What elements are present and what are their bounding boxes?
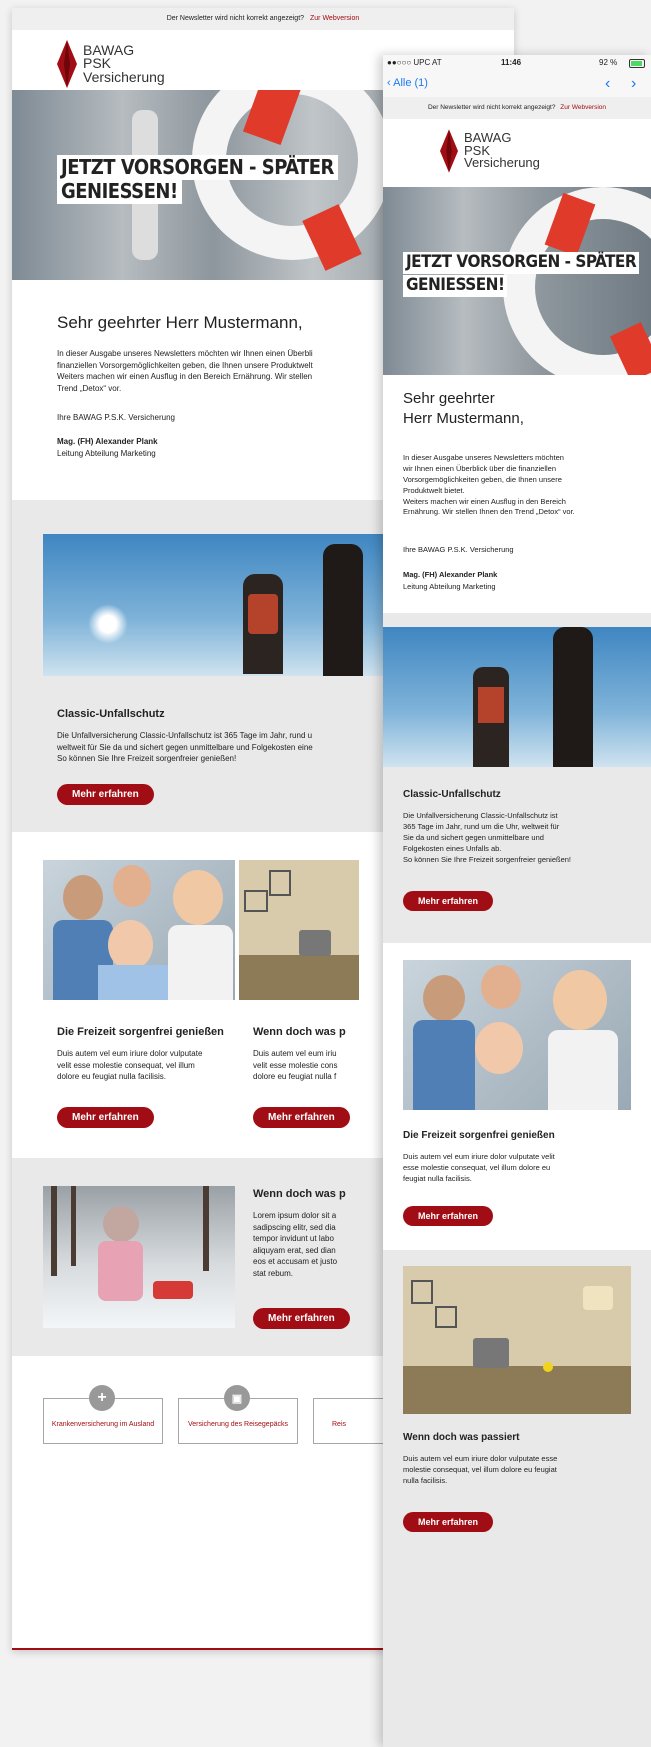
mobile-hiker-image: [383, 627, 651, 767]
prev-message-icon[interactable]: ‹: [605, 75, 610, 93]
footer-item-luggage[interactable]: ▣ Versicherung des Reisegepäcks: [178, 1385, 298, 1444]
classic-more-button[interactable]: Mehr erfahren: [57, 784, 154, 805]
status-bar: ●●○○○ UPC AT 11:46 92 %: [383, 55, 651, 71]
back-button[interactable]: ‹ Alle (1): [387, 77, 428, 89]
next-message-icon[interactable]: ›: [631, 75, 636, 93]
winter-more-button[interactable]: Mehr erfahren: [253, 1308, 350, 1329]
bawag-logo-icon: [57, 40, 77, 88]
freizeit-more-button[interactable]: Mehr erfahren: [57, 1107, 154, 1128]
hero-caption-2: GENIESSEN!: [57, 179, 182, 204]
mobile-logo[interactable]: BAWAG PSK Versicherung: [440, 129, 540, 173]
plus-icon: +: [89, 1385, 115, 1411]
clock-text: 11:46: [501, 58, 522, 67]
battery-text: 92 %: [599, 58, 618, 67]
battery-icon: [629, 59, 645, 68]
passiert-title: Wenn doch was p: [253, 1026, 346, 1038]
mobile-passiert-more-button[interactable]: Mehr erfahren: [403, 1512, 494, 1532]
logo[interactable]: BAWAG PSK Versicherung: [57, 40, 165, 88]
signoff: Ihre BAWAG P.S.K. Versicherung: [57, 413, 175, 422]
winter-text: Lorem ipsum dolor sit a sadipscing elitr…: [253, 1211, 338, 1278]
mobile-email: ●●○○○ UPC AT 11:46 92 % ‹ Alle (1) ‹ › D…: [383, 55, 651, 1747]
signer-role: Leitung Abteilung Marketing: [57, 449, 156, 458]
mobile-classic-more-button[interactable]: Mehr erfahren: [403, 891, 494, 911]
signer-name: Mag. (FH) Alexander Plank: [57, 437, 158, 446]
passiert-text: Duis autem vel eum iriu velit esse moles…: [253, 1049, 338, 1082]
mobile-section-passiert: Wenn doch was passiert Duis autem vel eu…: [383, 1250, 651, 1747]
mobile-classic-title: Classic-Unfallschutz: [403, 789, 501, 800]
mobile-greeting: Sehr geehrter Herr Mustermann,: [403, 390, 524, 428]
greeting: Sehr geehrter Herr Mustermann,: [57, 313, 303, 332]
mobile-flood-image: [403, 1266, 631, 1414]
mobile-passiert-title: Wenn doch was passiert: [403, 1432, 520, 1443]
mobile-hero-caption-2: GENIESSEN!: [403, 275, 508, 297]
briefcase-icon: ▣: [224, 1385, 250, 1411]
logo-line3: Versicherung: [83, 68, 165, 85]
webversion-link[interactable]: Zur Webversion: [310, 15, 359, 22]
mobile-freizeit-text: Duis autem vel eum iriure dolor vulputat…: [403, 1152, 555, 1183]
mobile-signoff: Ihre BAWAG P.S.K. Versicherung: [403, 545, 514, 554]
mobile-freizeit-more-button[interactable]: Mehr erfahren: [403, 1206, 494, 1226]
bawag-logo-icon: [440, 129, 458, 173]
mobile-hero-image: JETZT VORSORGEN - SPÄTER GENIESSEN!: [383, 187, 651, 375]
mobile-topbar: Der Newsletter wird nicht korrekt angeze…: [383, 97, 651, 119]
flood-image: [239, 860, 359, 1000]
mobile-freizeit-title: Die Freizeit sorgenfrei genießen: [403, 1130, 555, 1141]
hero-caption: JETZT VORSORGEN - SPÄTER: [57, 155, 338, 180]
footer-item-health[interactable]: + Krankenversicherung im Ausland: [43, 1385, 163, 1444]
mail-nav-bar: ‹ Alle (1) ‹ ›: [383, 71, 651, 98]
freizeit-title: Die Freizeit sorgenfrei genießen: [57, 1026, 224, 1038]
mobile-webversion-link[interactable]: Zur Webversion: [560, 104, 606, 111]
winter-title: Wenn doch was p: [253, 1188, 346, 1200]
mobile-family-image: [403, 960, 631, 1110]
classic-title: Classic-Unfallschutz: [57, 708, 165, 720]
winter-image: [43, 1186, 235, 1328]
mobile-classic-text: Die Unfallversicherung Classic-Unfallsch…: [403, 811, 572, 864]
mobile-signer-role: Leitung Abteilung Marketing: [403, 582, 496, 591]
chevron-left-icon: ‹: [387, 77, 391, 89]
topbar: Der Newsletter wird nicht korrekt angeze…: [12, 8, 514, 30]
passiert-more-button[interactable]: Mehr erfahren: [253, 1107, 350, 1128]
family-image: [43, 860, 235, 1000]
carrier-text: ●●○○○ UPC AT: [387, 58, 442, 67]
mobile-intro-text: In dieser Ausgabe unseres Newsletters mö…: [403, 453, 575, 517]
mobile-passiert-text: Duis autem vel eum iriure dolor vulputat…: [403, 1454, 558, 1485]
freizeit-text: Duis autem vel eum iriure dolor vulputat…: [57, 1049, 203, 1082]
mobile-hero-caption: JETZT VORSORGEN - SPÄTER: [403, 252, 640, 274]
mobile-section-classic: Classic-Unfallschutz Die Unfallversicher…: [383, 613, 651, 943]
mobile-signer-name: Mag. (FH) Alexander Plank: [403, 570, 498, 579]
topbar-text: Der Newsletter wird nicht korrekt angeze…: [166, 15, 305, 22]
